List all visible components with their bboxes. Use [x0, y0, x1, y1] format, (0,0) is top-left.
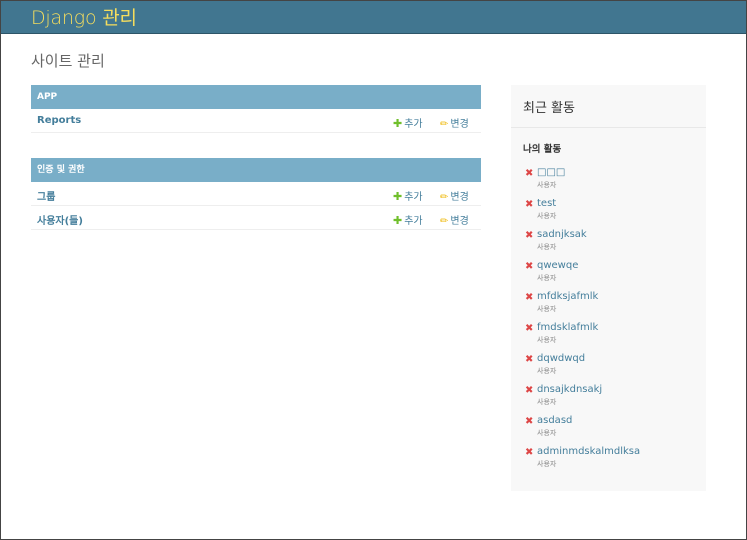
change-label: 변경 — [450, 119, 469, 130]
delete-x-icon: ✖ — [525, 447, 534, 458]
add-label: 추가 — [404, 192, 423, 203]
page-title: 사이트 관리 — [31, 52, 105, 70]
divider — [511, 127, 706, 128]
module-caption[interactable]: 인증 및 권한 — [31, 158, 481, 182]
delete-x-icon: ✖ — [525, 354, 534, 365]
site-brand[interactable]: Django 관리 — [31, 3, 137, 30]
action-list: ✖ □□□ 사용자 ✖ test 사용자 ✖ sadnjksak 사용자 ✖ q… — [523, 167, 703, 477]
action-item: ✖ asdasd 사용자 — [523, 415, 703, 446]
pencil-icon: ✏ — [440, 216, 449, 227]
module-caption[interactable]: APP — [31, 85, 481, 109]
header: Django 관리 — [1, 1, 746, 34]
model-row-groups: 그룹 ✚ 추가 ✏ 변경 — [31, 182, 481, 206]
action-link[interactable]: dqwdwqd — [537, 353, 585, 364]
action-link[interactable]: sadnjksak — [537, 229, 587, 240]
pencil-icon: ✏ — [440, 119, 449, 130]
action-link[interactable]: mfdksjafmlk — [537, 291, 598, 302]
action-content-type: 사용자 — [537, 274, 557, 282]
action-item: ✖ dqwdwqd 사용자 — [523, 353, 703, 384]
model-link-groups[interactable]: 그룹 — [37, 188, 55, 203]
change-users-link[interactable]: ✏ 변경 — [440, 212, 469, 227]
add-label: 추가 — [404, 119, 423, 130]
change-reports-link[interactable]: ✏ 변경 — [440, 115, 469, 130]
action-link[interactable]: qwewqe — [537, 260, 578, 271]
my-actions-title: 나의 활동 — [523, 144, 562, 155]
model-row-users: 사용자(들) ✚ 추가 ✏ 변경 — [31, 206, 481, 230]
action-item: ✖ □□□ 사용자 — [523, 167, 703, 198]
model-row-reports: Reports ✚ 추가 ✏ 변경 — [31, 109, 481, 133]
delete-x-icon: ✖ — [525, 199, 534, 210]
action-item: ✖ fmdsklafmlk 사용자 — [523, 322, 703, 353]
action-item: ✖ mfdksjafmlk 사용자 — [523, 291, 703, 322]
plus-icon: ✚ — [393, 117, 403, 130]
change-groups-link[interactable]: ✏ 변경 — [440, 188, 469, 203]
add-reports-link[interactable]: ✚ 추가 — [393, 115, 423, 130]
action-content-type: 사용자 — [537, 212, 557, 220]
model-link-reports[interactable]: Reports — [37, 115, 81, 126]
action-link[interactable]: fmdsklafmlk — [537, 322, 598, 333]
action-content-type: 사용자 — [537, 243, 557, 251]
delete-x-icon: ✖ — [525, 261, 534, 272]
action-content-type: 사용자 — [537, 181, 557, 189]
action-content-type: 사용자 — [537, 398, 557, 406]
action-item: ✖ test 사용자 — [523, 198, 703, 229]
action-content-type: 사용자 — [537, 429, 557, 437]
module-auth: 인증 및 권한 그룹 ✚ 추가 ✏ 변경 사용자(들) ✚ 추가 ✏ 변경 — [31, 158, 481, 230]
action-item: ✖ sadnjksak 사용자 — [523, 229, 703, 260]
action-item: ✖ adminmdskalmdlksa 사용자 — [523, 446, 703, 477]
action-item: ✖ dnsajkdnsakj 사용자 — [523, 384, 703, 415]
delete-x-icon: ✖ — [525, 292, 534, 303]
action-link[interactable]: dnsajkdnsakj — [537, 384, 602, 395]
change-label: 변경 — [450, 192, 469, 203]
model-link-users[interactable]: 사용자(들) — [37, 212, 83, 227]
module-app: APP Reports ✚ 추가 ✏ 변경 — [31, 85, 481, 133]
delete-x-icon: ✖ — [525, 230, 534, 241]
delete-x-icon: ✖ — [525, 385, 534, 396]
delete-x-icon: ✖ — [525, 416, 534, 427]
action-item: ✖ qwewqe 사용자 — [523, 260, 703, 291]
action-content-type: 사용자 — [537, 305, 557, 313]
delete-x-icon: ✖ — [525, 323, 534, 334]
recent-actions-panel: 최근 활동 나의 활동 ✖ □□□ 사용자 ✖ test 사용자 ✖ sadnj… — [511, 85, 706, 491]
add-users-link[interactable]: ✚ 추가 — [393, 212, 423, 227]
action-link[interactable]: asdasd — [537, 415, 572, 426]
add-groups-link[interactable]: ✚ 추가 — [393, 188, 423, 203]
action-link[interactable]: test — [537, 198, 556, 209]
action-link[interactable]: □□□ — [537, 167, 565, 178]
action-link[interactable]: adminmdskalmdlksa — [537, 446, 640, 457]
plus-icon: ✚ — [393, 214, 403, 227]
change-label: 변경 — [450, 216, 469, 227]
recent-actions-title: 최근 활동 — [523, 101, 575, 116]
add-label: 추가 — [404, 216, 423, 227]
action-content-type: 사용자 — [537, 460, 557, 468]
action-content-type: 사용자 — [537, 367, 557, 375]
delete-x-icon: ✖ — [525, 168, 534, 179]
plus-icon: ✚ — [393, 190, 403, 203]
pencil-icon: ✏ — [440, 192, 449, 203]
action-content-type: 사용자 — [537, 336, 557, 344]
